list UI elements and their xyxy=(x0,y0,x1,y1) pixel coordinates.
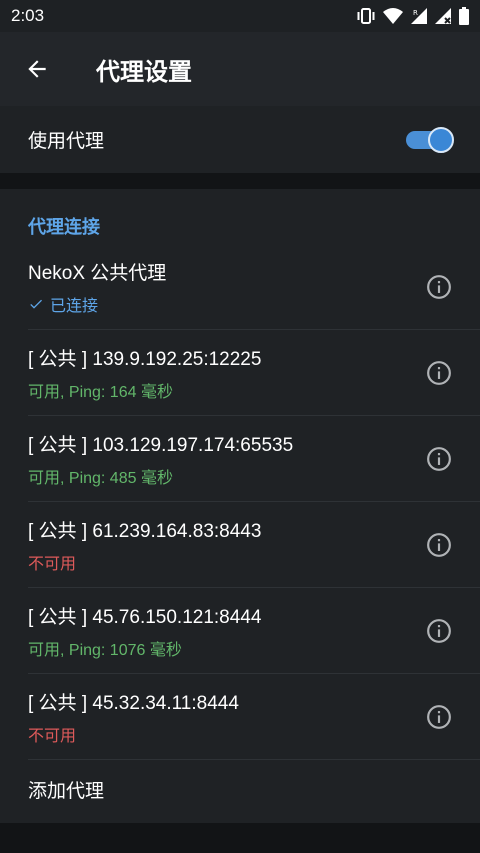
proxy-status: 可用, Ping: 164 毫秒 xyxy=(28,384,173,401)
proxy-status: 可用, Ping: 485 毫秒 xyxy=(28,470,173,487)
check-icon xyxy=(30,299,42,309)
svg-text:R: R xyxy=(413,9,418,17)
proxy-title: [ 公共 ] 103.129.197.174:65535 xyxy=(28,435,294,456)
status-time: 2:03 xyxy=(11,6,45,25)
app-bar: 代理设置 xyxy=(0,32,480,106)
proxy-row[interactable]: [ 公共 ] 45.32.34.11:8444 不可用 xyxy=(0,674,480,760)
use-proxy-label: 使用代理 xyxy=(28,130,105,152)
info-icon[interactable] xyxy=(426,532,452,558)
proxy-status: 不可用 xyxy=(28,728,77,745)
vibrate-icon xyxy=(356,7,376,25)
proxy-title: [ 公共 ] 45.76.150.121:8444 xyxy=(28,607,262,628)
wifi-icon xyxy=(382,7,404,25)
proxy-connections-section: 代理连接 NekoX 公共代理 已连接 [ 公共 ] 139.9.192.25:… xyxy=(0,189,480,823)
info-icon[interactable] xyxy=(426,618,452,644)
back-button[interactable] xyxy=(0,32,74,106)
proxy-row[interactable]: [ 公共 ] 61.239.164.83:8443 不可用 xyxy=(0,502,480,588)
proxy-status: 已连接 xyxy=(28,292,98,316)
proxy-status-text: 已连接 xyxy=(50,298,99,315)
proxy-row-nekox[interactable]: NekoX 公共代理 已连接 xyxy=(0,244,480,330)
toggle-thumb xyxy=(428,126,454,153)
proxy-row[interactable]: [ 公共 ] 103.129.197.174:65535 可用, Ping: 4… xyxy=(0,416,480,502)
proxy-title: [ 公共 ] 139.9.192.25:12225 xyxy=(28,349,262,370)
battery-icon xyxy=(458,7,470,25)
info-icon[interactable] xyxy=(426,446,452,472)
proxy-status: 可用, Ping: 1076 毫秒 xyxy=(28,642,182,659)
proxy-status: 不可用 xyxy=(28,556,77,573)
status-icons: R xyxy=(356,7,470,25)
info-icon[interactable] xyxy=(426,360,452,386)
status-bar: 2:03 R xyxy=(0,0,480,32)
info-icon[interactable] xyxy=(426,274,452,300)
proxy-title: [ 公共 ] 45.32.34.11:8444 xyxy=(28,693,239,714)
proxy-row[interactable]: [ 公共 ] 45.76.150.121:8444 可用, Ping: 1076… xyxy=(0,588,480,674)
arrow-left-icon xyxy=(28,60,46,78)
add-proxy-label: 添加代理 xyxy=(28,780,105,802)
proxy-title: NekoX 公共代理 xyxy=(28,263,167,284)
add-proxy-button[interactable]: 添加代理 xyxy=(0,756,480,823)
use-proxy-toggle[interactable] xyxy=(406,126,454,153)
proxy-title: [ 公共 ] 61.239.164.83:8443 xyxy=(28,521,262,542)
info-icon[interactable] xyxy=(426,704,452,730)
use-proxy-row[interactable]: 使用代理 xyxy=(0,106,480,173)
page-title: 代理设置 xyxy=(96,57,192,86)
proxy-row[interactable]: [ 公共 ] 139.9.192.25:12225 可用, Ping: 164 … xyxy=(0,330,480,416)
signal-r-icon: R xyxy=(410,7,428,25)
signal-icon xyxy=(434,7,452,25)
section-header: 代理连接 xyxy=(28,217,100,238)
